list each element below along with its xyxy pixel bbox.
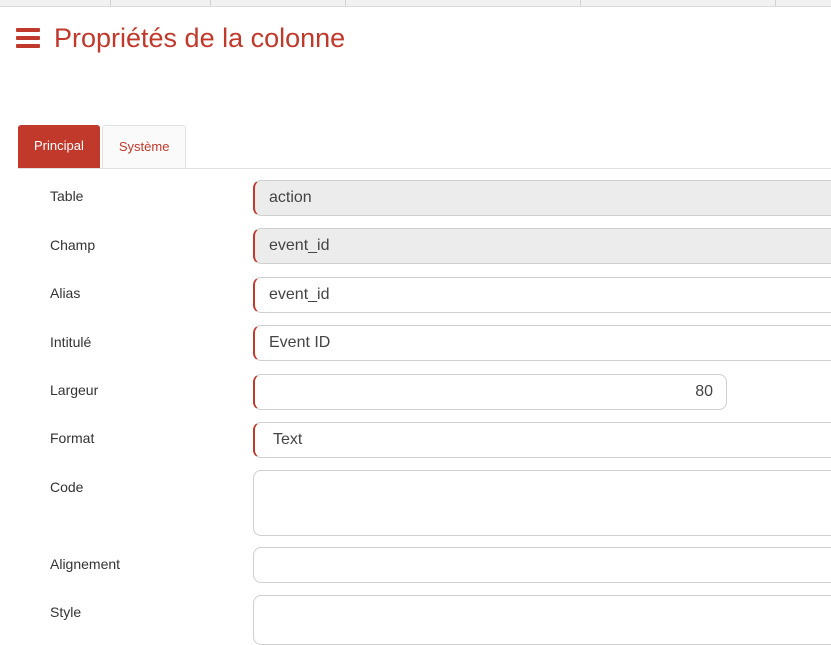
alignement-select[interactable] <box>253 547 831 583</box>
label-largeur: Largeur <box>50 382 99 398</box>
label-champ: Champ <box>50 237 96 253</box>
tab-principal[interactable]: Principal <box>18 125 100 168</box>
strip-segment <box>0 0 111 6</box>
page-header: Propriétés de la colonne <box>16 22 345 54</box>
alias-input[interactable]: event_id <box>253 277 831 313</box>
browser-top-strip <box>0 0 831 7</box>
strip-segment <box>345 0 581 6</box>
strip-segment <box>580 0 776 6</box>
label-table: Table <box>50 188 84 204</box>
page-title: Propriétés de la colonne <box>54 23 346 53</box>
tab-systeme[interactable]: Système <box>101 125 187 168</box>
label-code: Code <box>50 479 84 495</box>
intitule-input[interactable]: Event ID <box>253 325 831 361</box>
strip-segment <box>110 0 211 6</box>
label-style: Style <box>50 604 82 620</box>
tab-bar: Principal Système <box>18 125 187 168</box>
hamburger-menu-icon[interactable] <box>16 28 40 48</box>
label-intitule: Intitulé <box>50 334 92 350</box>
format-select[interactable]: Text <box>253 422 831 458</box>
label-format: Format <box>50 430 95 446</box>
champ-field[interactable]: event_id <box>253 228 831 264</box>
largeur-input[interactable]: 80 <box>253 374 727 410</box>
label-alias: Alias <box>50 285 81 301</box>
code-textarea[interactable] <box>253 470 831 536</box>
style-textarea[interactable] <box>253 595 831 645</box>
strip-segment <box>210 0 346 6</box>
label-alignement: Alignement <box>50 556 121 572</box>
tab-divider <box>18 168 831 169</box>
table-field[interactable]: action <box>253 180 831 216</box>
